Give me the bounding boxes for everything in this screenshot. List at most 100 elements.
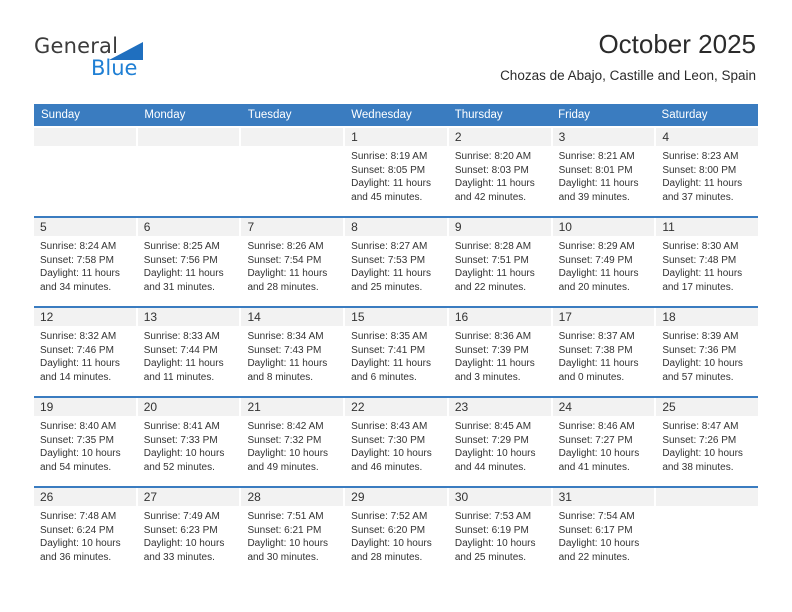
day-cell[interactable]: 18 Sunrise: 8:39 AM Sunset: 7:36 PM Dayligh… — [656, 308, 759, 396]
sunset-text: Sunset: 6:20 PM — [351, 524, 426, 536]
day-cell[interactable]: 14 Sunrise: 8:34 AM Sunset: 7:43 PM Dayligh… — [241, 308, 346, 396]
day-cell[interactable]: 25 Sunrise: 8:47 AM Sunset: 7:26 PM Dayligh… — [656, 398, 759, 486]
day-number: 13 — [137, 308, 240, 326]
day-number: 22 — [345, 398, 447, 416]
calendar-grid: Sunday Monday Tuesday Wednesday Thursday… — [34, 104, 759, 576]
page-subtitle: Chozas de Abajo, Castille and Leon, Spai… — [500, 68, 756, 83]
day-number: 7 — [241, 218, 344, 236]
day-info: Sunrise: 8:29 AM Sunset: 7:49 PM Daylight:… — [553, 236, 655, 294]
sunrise-text: Sunrise: 7:54 AM — [558, 511, 635, 522]
day-number: 28 — [241, 488, 344, 506]
day-number: 12 — [34, 308, 136, 326]
day-cell[interactable]: 5 Sunrise: 8:24 AM Sunset: 7:58 PM Daylight… — [34, 218, 138, 306]
sunset-text: Sunset: 7:41 PM — [351, 344, 426, 356]
sunset-text: Sunset: 7:49 PM — [558, 254, 633, 266]
sunset-text: Sunset: 7:30 PM — [351, 434, 426, 446]
day-number — [241, 128, 344, 146]
day-info: Sunrise: 8:19 AM Sunset: 8:05 PM Daylight:… — [345, 146, 447, 204]
day-cell[interactable]: 19 Sunrise: 8:40 AM Sunset: 7:35 PM Dayligh… — [34, 398, 138, 486]
day-cell-empty — [34, 128, 138, 216]
daylight-text: Daylight: 10 hours and 54 minutes. — [40, 448, 121, 473]
sunrise-text: Sunrise: 8:36 AM — [454, 331, 532, 342]
day-cell[interactable]: 31 Sunrise: 7:54 AM Sunset: 6:17 PM Dayligh… — [552, 488, 657, 576]
daylight-text: Daylight: 11 hours and 14 minutes. — [40, 358, 120, 383]
daylight-text: Daylight: 10 hours and 28 minutes. — [351, 538, 432, 563]
day-info: Sunrise: 8:35 AM Sunset: 7:41 PM Daylight:… — [345, 326, 447, 384]
day-cell[interactable]: 20 Sunrise: 8:41 AM Sunset: 7:33 PM Dayligh… — [137, 398, 242, 486]
daylight-text: Daylight: 11 hours and 39 minutes. — [558, 178, 639, 203]
sunset-text: Sunset: 7:46 PM — [40, 344, 114, 356]
daylight-text: Daylight: 11 hours and 20 minutes. — [558, 268, 639, 293]
day-cell[interactable]: 26 Sunrise: 7:48 AM Sunset: 6:24 PM Dayligh… — [34, 488, 138, 576]
day-cell[interactable]: 16 Sunrise: 8:36 AM Sunset: 7:39 PM Dayligh… — [448, 308, 553, 396]
day-cell[interactable]: 10 Sunrise: 8:29 AM Sunset: 7:49 PM Dayligh… — [552, 218, 657, 306]
calendar-week-row: 12 Sunrise: 8:32 AM Sunset: 7:46 PM Dayligh… — [34, 306, 759, 396]
daylight-text: Daylight: 11 hours and 31 minutes. — [143, 268, 224, 293]
sunset-text: Sunset: 7:48 PM — [662, 254, 737, 266]
day-cell[interactable]: 29 Sunrise: 7:52 AM Sunset: 6:20 PM Dayligh… — [345, 488, 449, 576]
daylight-text: Daylight: 11 hours and 3 minutes. — [454, 358, 535, 383]
day-cell[interactable]: 15 Sunrise: 8:35 AM Sunset: 7:41 PM Dayligh… — [345, 308, 449, 396]
sunset-text: Sunset: 7:58 PM — [40, 254, 114, 266]
sunrise-text: Sunrise: 7:51 AM — [247, 511, 324, 522]
daylight-text: Daylight: 10 hours and 25 minutes. — [454, 538, 536, 563]
day-cell[interactable]: 4 Sunrise: 8:23 AM Sunset: 8:00 PM Daylight… — [656, 128, 759, 216]
sunset-text: Sunset: 7:26 PM — [662, 434, 737, 446]
calendar-week-row: 19 Sunrise: 8:40 AM Sunset: 7:35 PM Dayligh… — [34, 396, 759, 486]
day-number: 4 — [656, 128, 759, 146]
day-cell[interactable]: 2 Sunrise: 8:20 AM Sunset: 8:03 PM Daylight… — [448, 128, 553, 216]
sunrise-text: Sunrise: 8:35 AM — [351, 331, 428, 342]
day-cell[interactable]: 12 Sunrise: 8:32 AM Sunset: 7:46 PM Dayligh… — [34, 308, 138, 396]
sunset-text: Sunset: 7:33 PM — [143, 434, 218, 446]
day-cell[interactable]: 7 Sunrise: 8:26 AM Sunset: 7:54 PM Daylight… — [241, 218, 346, 306]
daylight-text: Daylight: 10 hours and 41 minutes. — [558, 448, 640, 473]
sunrise-text: Sunrise: 7:52 AM — [351, 511, 428, 522]
day-cell-empty — [137, 128, 242, 216]
sunset-text: Sunset: 7:51 PM — [454, 254, 529, 266]
day-info: Sunrise: 8:23 AM Sunset: 8:00 PM Daylight:… — [656, 146, 758, 204]
day-number: 30 — [448, 488, 551, 506]
day-info: Sunrise: 8:33 AM Sunset: 7:44 PM Daylight:… — [138, 326, 240, 384]
day-info: Sunrise: 8:36 AM Sunset: 7:39 PM Daylight:… — [449, 326, 551, 384]
day-info: Sunrise: 8:34 AM Sunset: 7:43 PM Daylight:… — [241, 326, 343, 384]
day-info: Sunrise: 8:47 AM Sunset: 7:26 PM Daylight:… — [656, 416, 758, 474]
day-cell[interactable]: 6 Sunrise: 8:25 AM Sunset: 7:56 PM Daylight… — [137, 218, 242, 306]
page-title: October 2025 — [598, 29, 756, 59]
day-number — [34, 128, 136, 146]
daylight-text: Daylight: 10 hours and 49 minutes. — [247, 448, 329, 473]
day-info: Sunrise: 8:21 AM Sunset: 8:01 PM Daylight:… — [553, 146, 655, 204]
day-cell[interactable]: 21 Sunrise: 8:42 AM Sunset: 7:32 PM Dayligh… — [241, 398, 346, 486]
day-cell[interactable]: 24 Sunrise: 8:46 AM Sunset: 7:27 PM Dayligh… — [552, 398, 657, 486]
calendar-week-row: 1 Sunrise: 8:19 AM Sunset: 8:05 PM Daylight… — [34, 126, 759, 216]
day-cell[interactable]: 1 Sunrise: 8:19 AM Sunset: 8:05 PM Daylight… — [345, 128, 449, 216]
sunrise-text: Sunrise: 8:46 AM — [558, 421, 635, 432]
day-cell[interactable]: 17 Sunrise: 8:37 AM Sunset: 7:38 PM Dayligh… — [552, 308, 657, 396]
day-info: Sunrise: 8:20 AM Sunset: 8:03 PM Daylight:… — [449, 146, 551, 204]
day-cell[interactable]: 30 Sunrise: 7:53 AM Sunset: 6:19 PM Dayligh… — [448, 488, 553, 576]
generalblue-logo[interactable]: General Blue — [34, 34, 224, 84]
daylight-text: Daylight: 11 hours and 8 minutes. — [247, 358, 328, 383]
day-cell[interactable]: 3 Sunrise: 8:21 AM Sunset: 8:01 PM Daylight… — [552, 128, 657, 216]
day-cell[interactable]: 22 Sunrise: 8:43 AM Sunset: 7:30 PM Dayligh… — [345, 398, 449, 486]
logo-blue-text: Blue — [91, 56, 138, 80]
day-cell[interactable]: 8 Sunrise: 8:27 AM Sunset: 7:53 PM Daylight… — [345, 218, 449, 306]
day-number — [137, 128, 240, 146]
day-cell[interactable]: 23 Sunrise: 8:45 AM Sunset: 7:29 PM Dayligh… — [448, 398, 553, 486]
day-cell[interactable]: 11 Sunrise: 8:30 AM Sunset: 7:48 PM Dayligh… — [656, 218, 759, 306]
weekday-header-friday: Friday — [558, 109, 591, 121]
day-info: Sunrise: 8:40 AM Sunset: 7:35 PM Daylight:… — [34, 416, 136, 474]
day-info: Sunrise: 7:49 AM Sunset: 6:23 PM Daylight:… — [138, 506, 240, 564]
day-cell[interactable]: 28 Sunrise: 7:51 AM Sunset: 6:21 PM Dayligh… — [241, 488, 346, 576]
daylight-text: Daylight: 10 hours and 44 minutes. — [454, 448, 536, 473]
sunrise-text: Sunrise: 8:20 AM — [454, 151, 532, 162]
day-cell[interactable]: 27 Sunrise: 7:49 AM Sunset: 6:23 PM Dayligh… — [137, 488, 242, 576]
day-info: Sunrise: 8:43 AM Sunset: 7:30 PM Daylight:… — [345, 416, 447, 474]
sunrise-text: Sunrise: 7:48 AM — [40, 511, 117, 522]
sunrise-text: Sunrise: 8:47 AM — [662, 421, 739, 432]
sunset-text: Sunset: 6:19 PM — [454, 524, 529, 536]
day-cell[interactable]: 9 Sunrise: 8:28 AM Sunset: 7:51 PM Daylight… — [448, 218, 553, 306]
day-cell[interactable]: 13 Sunrise: 8:33 AM Sunset: 7:44 PM Dayligh… — [137, 308, 242, 396]
daylight-text: Daylight: 11 hours and 11 minutes. — [143, 358, 224, 383]
day-info: Sunrise: 8:25 AM Sunset: 7:56 PM Daylight:… — [138, 236, 240, 294]
sunrise-text: Sunrise: 8:34 AM — [247, 331, 324, 342]
